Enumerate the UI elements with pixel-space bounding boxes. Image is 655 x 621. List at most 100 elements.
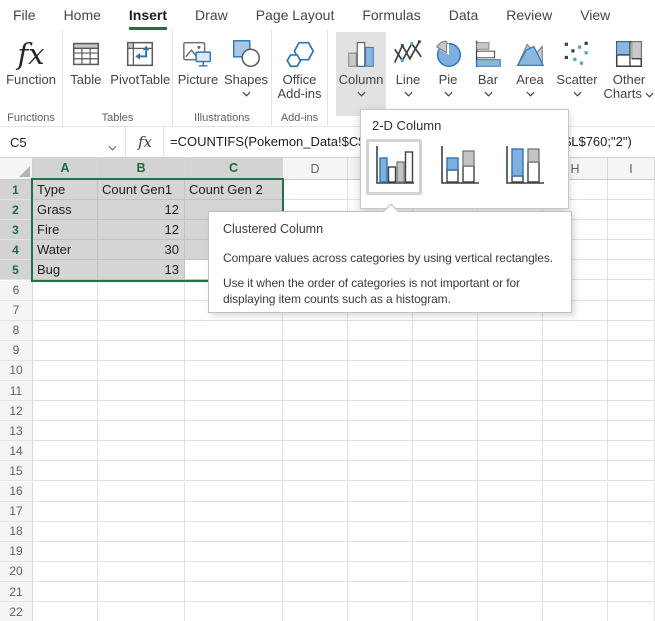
cell-B21[interactable] [98,582,185,602]
other-charts-button[interactable]: OtherCharts [604,32,654,116]
cell-A14[interactable] [33,441,98,461]
cell-D8[interactable] [283,321,348,341]
cell-I16[interactable] [608,482,655,502]
cell-G13[interactable] [478,421,543,441]
cell-I3[interactable] [608,220,655,240]
cell-I2[interactable] [608,200,655,220]
row-header-4[interactable]: 4 [0,240,33,260]
cell-B14[interactable] [98,441,185,461]
cell-E9[interactable] [348,341,413,361]
picture-button[interactable]: Picture [175,32,221,116]
cell-A22[interactable] [33,602,98,621]
cell-I17[interactable] [608,502,655,522]
pie-button[interactable]: Pie [430,32,466,116]
cell-I6[interactable] [608,281,655,301]
cell-B10[interactable] [98,361,185,381]
cell-I10[interactable] [608,361,655,381]
shapes-button[interactable]: Shapes [223,32,269,116]
cell-B2[interactable]: 12 [98,200,185,220]
row-header-22[interactable]: 22 [0,602,33,621]
cell-F11[interactable] [413,381,478,401]
tab-formulas[interactable]: Formulas [362,0,420,30]
cell-F12[interactable] [413,401,478,421]
cell-C11[interactable] [185,381,283,401]
tab-view[interactable]: View [580,0,610,30]
row-header-13[interactable]: 13 [0,421,33,441]
cell-G10[interactable] [478,361,543,381]
cell-F14[interactable] [413,441,478,461]
cell-C19[interactable] [185,542,283,562]
cell-E20[interactable] [348,562,413,582]
cell-G21[interactable] [478,582,543,602]
cell-H15[interactable] [543,461,608,481]
cell-D13[interactable] [283,421,348,441]
row-header-3[interactable]: 3 [0,220,33,240]
cell-D16[interactable] [283,482,348,502]
cell-B18[interactable] [98,522,185,542]
cell-G22[interactable] [478,602,543,621]
cell-A3[interactable]: Fire [33,220,98,240]
cell-A10[interactable] [33,361,98,381]
cell-F22[interactable] [413,602,478,621]
cell-F10[interactable] [413,361,478,381]
cell-A9[interactable] [33,341,98,361]
row-header-17[interactable]: 17 [0,502,33,522]
cell-E12[interactable] [348,401,413,421]
cell-B5[interactable]: 13 [98,260,185,280]
cell-C18[interactable] [185,522,283,542]
cell-G17[interactable] [478,502,543,522]
cell-I13[interactable] [608,421,655,441]
cell-B16[interactable] [98,482,185,502]
cell-E18[interactable] [348,522,413,542]
cell-C16[interactable] [185,482,283,502]
cell-E14[interactable] [348,441,413,461]
tab-insert[interactable]: Insert [129,0,167,30]
cell-A1[interactable]: Type [33,180,98,200]
cell-B6[interactable] [98,281,185,301]
cell-D22[interactable] [283,602,348,621]
area-button[interactable]: Area [510,32,550,116]
cell-A19[interactable] [33,542,98,562]
cell-E17[interactable] [348,502,413,522]
cell-B15[interactable] [98,461,185,481]
cell-H11[interactable] [543,381,608,401]
cell-C22[interactable] [185,602,283,621]
cell-C13[interactable] [185,421,283,441]
cell-I5[interactable] [608,260,655,280]
cell-I22[interactable] [608,602,655,621]
cell-G19[interactable] [478,542,543,562]
cell-C12[interactable] [185,401,283,421]
table-button[interactable]: Table [64,32,108,116]
cell-E22[interactable] [348,602,413,621]
cell-I11[interactable] [608,381,655,401]
cell-C10[interactable] [185,361,283,381]
cell-I7[interactable] [608,301,655,321]
row-header-1[interactable]: 1 [0,180,33,200]
cell-G9[interactable] [478,341,543,361]
cell-H10[interactable] [543,361,608,381]
row-header-6[interactable]: 6 [0,281,33,301]
select-all-corner[interactable] [0,158,33,180]
cell-D1[interactable] [283,180,348,200]
cell-A21[interactable] [33,582,98,602]
cell-H8[interactable] [543,321,608,341]
office-add-ins-button[interactable]: OfficeAdd-ins [273,32,326,116]
cell-B11[interactable] [98,381,185,401]
cell-D10[interactable] [283,361,348,381]
cell-E19[interactable] [348,542,413,562]
tab-draw[interactable]: Draw [195,0,228,30]
tab-file[interactable]: File [13,0,36,30]
cell-I15[interactable] [608,461,655,481]
cell-I20[interactable] [608,562,655,582]
cell-D20[interactable] [283,562,348,582]
row-header-20[interactable]: 20 [0,562,33,582]
name-box[interactable]: C5 [0,127,126,157]
cell-E10[interactable] [348,361,413,381]
cell-B12[interactable] [98,401,185,421]
cell-H16[interactable] [543,482,608,502]
cell-F16[interactable] [413,482,478,502]
cell-A16[interactable] [33,482,98,502]
row-header-7[interactable]: 7 [0,301,33,321]
cell-A20[interactable] [33,562,98,582]
cell-I18[interactable] [608,522,655,542]
